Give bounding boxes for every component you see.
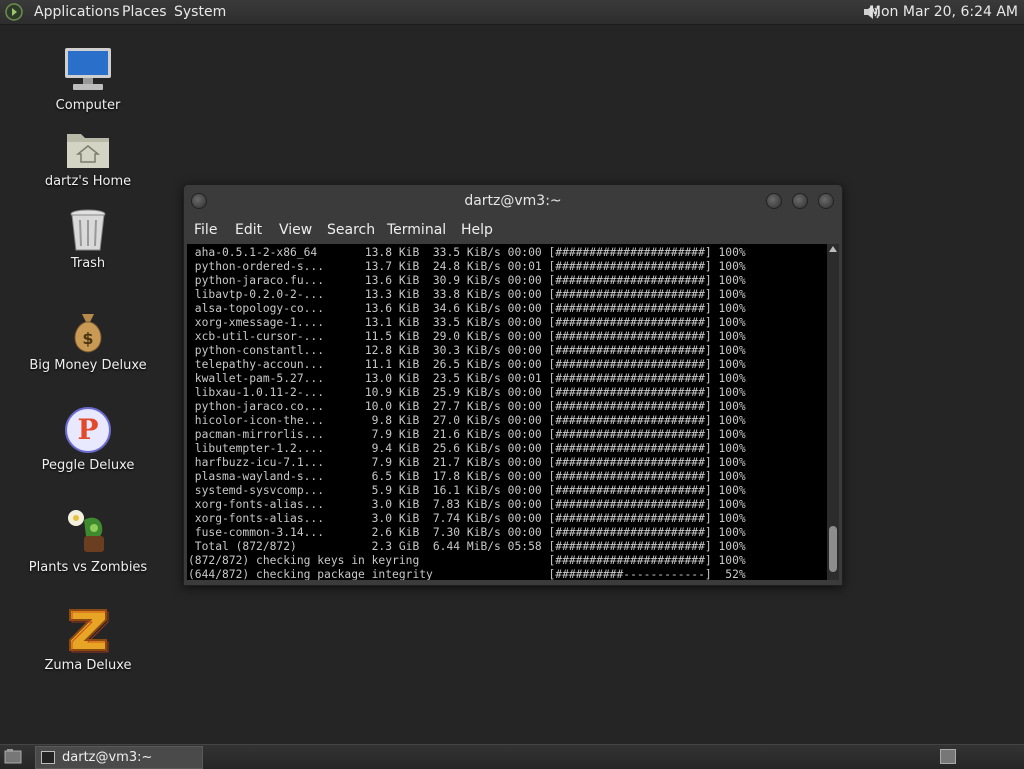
terminal-line: xorg-fonts-alias... 3.0 KiB 7.74 KiB/s 0…: [188, 512, 746, 525]
desktop-icon-peggle[interactable]: P Peggle Deluxe: [13, 406, 163, 473]
window-title: dartz@vm3:~: [464, 193, 562, 209]
top-panel: Applications Places System Mon Mar 20, 6…: [0, 0, 1024, 25]
clock[interactable]: Mon Mar 20, 6:24 AM: [869, 0, 1018, 24]
menu-edit[interactable]: Edit: [235, 219, 262, 241]
menu-view[interactable]: View: [279, 219, 312, 241]
workspace-switcher-icon[interactable]: [940, 749, 956, 764]
desktop-icon-plants-vs-zombies[interactable]: Plants vs Zombies: [13, 506, 163, 575]
taskbar-button-label: dartz@vm3:~: [62, 750, 153, 765]
menu-search[interactable]: Search: [327, 219, 375, 241]
desktop-icon-label: Plants vs Zombies: [28, 560, 148, 575]
desktop-icon-label: Trash: [70, 256, 106, 271]
terminal-line: python-constantl... 12.8 KiB 30.3 KiB/s …: [188, 344, 746, 357]
computer-icon: [65, 48, 111, 90]
terminal-line: xcb-util-cursor-... 11.5 KiB 29.0 KiB/s …: [188, 330, 746, 343]
home-folder-icon: [67, 134, 109, 168]
terminal-line: xorg-xmessage-1.... 13.1 KiB 33.5 KiB/s …: [188, 316, 746, 329]
terminal-line: aha-0.5.1-2-x86_64 13.8 KiB 33.5 KiB/s 0…: [188, 246, 746, 259]
menu-terminal[interactable]: Terminal: [387, 219, 446, 241]
terminal-line: libxau-1.0.11-2-... 10.9 KiB 25.9 KiB/s …: [188, 386, 746, 399]
desktop-icon-computer[interactable]: Computer: [13, 46, 163, 113]
terminal-line: python-ordered-s... 13.7 KiB 24.8 KiB/s …: [188, 260, 746, 273]
desktop-icon-label: Big Money Deluxe: [29, 358, 147, 373]
scrollbar-thumb[interactable]: [829, 526, 837, 572]
desktop-icon-big-money[interactable]: $ Big Money Deluxe: [13, 310, 163, 373]
terminal-line: harfbuzz-icu-7.1... 7.9 KiB 21.7 KiB/s 0…: [188, 456, 746, 469]
scroll-up-arrow-icon[interactable]: [829, 246, 837, 252]
zuma-icon: [69, 609, 109, 653]
terminal-line: (872/872) checking keys in keyring [####…: [188, 554, 746, 567]
terminal-line: Total (872/872) 2.3 GiB 6.44 MiB/s 05:58…: [188, 540, 746, 553]
terminal-line: kwallet-pam-5.27... 13.0 KiB 23.5 KiB/s …: [188, 372, 746, 385]
terminal-scrollbar[interactable]: [827, 244, 839, 580]
taskbar-terminal-button[interactable]: dartz@vm3:~: [35, 746, 203, 769]
desktop-icon-zuma[interactable]: Zuma Deluxe: [13, 606, 163, 673]
terminal-line: (644/872) checking package integrity [##…: [188, 568, 746, 580]
show-desktop-icon[interactable]: [4, 748, 22, 764]
terminal-line: alsa-topology-co... 13.6 KiB 34.6 KiB/s …: [188, 302, 746, 315]
trash-icon: [70, 209, 106, 251]
terminal-window[interactable]: dartz@vm3:~ File Edit View Search Termin…: [183, 184, 843, 586]
desktop-icon-label: Computer: [55, 98, 121, 113]
close-button[interactable]: [818, 193, 834, 209]
desktop-icon-label: Peggle Deluxe: [41, 458, 135, 473]
menu-help[interactable]: Help: [461, 219, 493, 241]
desktop-icon-home[interactable]: dartz's Home: [13, 128, 163, 189]
minimize-button[interactable]: [766, 193, 782, 209]
terminal-line: fuse-common-3.14... 2.6 KiB 7.30 KiB/s 0…: [188, 526, 746, 539]
terminal-line: telepathy-accoun... 11.1 KiB 26.5 KiB/s …: [188, 358, 746, 371]
money-bag-icon: $: [74, 314, 102, 353]
terminal-line: xorg-fonts-alias... 3.0 KiB 7.83 KiB/s 0…: [188, 498, 746, 511]
system-menu[interactable]: System: [174, 0, 226, 24]
terminal-titlebar[interactable]: dartz@vm3:~: [184, 185, 842, 217]
terminal-output[interactable]: aha-0.5.1-2-x86_64 13.8 KiB 33.5 KiB/s 0…: [187, 244, 827, 580]
terminal-line: libavtp-0.2.0-2-... 13.3 KiB 33.8 KiB/s …: [188, 288, 746, 301]
terminal-line: python-jaraco.fu... 13.6 KiB 30.9 KiB/s …: [188, 274, 746, 287]
terminal-line: libutempter-1.2.... 9.4 KiB 25.6 KiB/s 0…: [188, 442, 746, 455]
desktop-icon-label: dartz's Home: [44, 174, 132, 189]
desktop-icon-label: Zuma Deluxe: [44, 658, 132, 673]
terminal-icon: [41, 751, 55, 764]
menu-file[interactable]: File: [194, 219, 217, 241]
bottom-panel: dartz@vm3:~: [0, 744, 1024, 769]
maximize-button[interactable]: [792, 193, 808, 209]
plants-vs-zombies-icon: [68, 510, 104, 552]
places-menu[interactable]: Places: [122, 0, 167, 24]
svg-text:P: P: [77, 413, 98, 446]
peggle-icon: P: [65, 407, 111, 453]
terminal-line: pacman-mirrorlis... 7.9 KiB 21.6 KiB/s 0…: [188, 428, 746, 441]
terminal-line: python-jaraco.co... 10.0 KiB 27.7 KiB/s …: [188, 400, 746, 413]
desktop-icon-trash[interactable]: Trash: [13, 208, 163, 271]
terminal-menubar: File Edit View Search Terminal Help: [184, 219, 842, 243]
terminal-line: hicolor-icon-the... 9.8 KiB 27.0 KiB/s 0…: [188, 414, 746, 427]
terminal-line: systemd-sysvcomp... 5.9 KiB 16.1 KiB/s 0…: [188, 484, 746, 497]
window-menu-button[interactable]: [191, 193, 207, 209]
gnome-foot-logo-icon[interactable]: [5, 3, 23, 21]
applications-menu[interactable]: Applications: [34, 0, 120, 24]
svg-text:$: $: [82, 329, 93, 348]
terminal-line: plasma-wayland-s... 6.5 KiB 17.8 KiB/s 0…: [188, 470, 746, 483]
